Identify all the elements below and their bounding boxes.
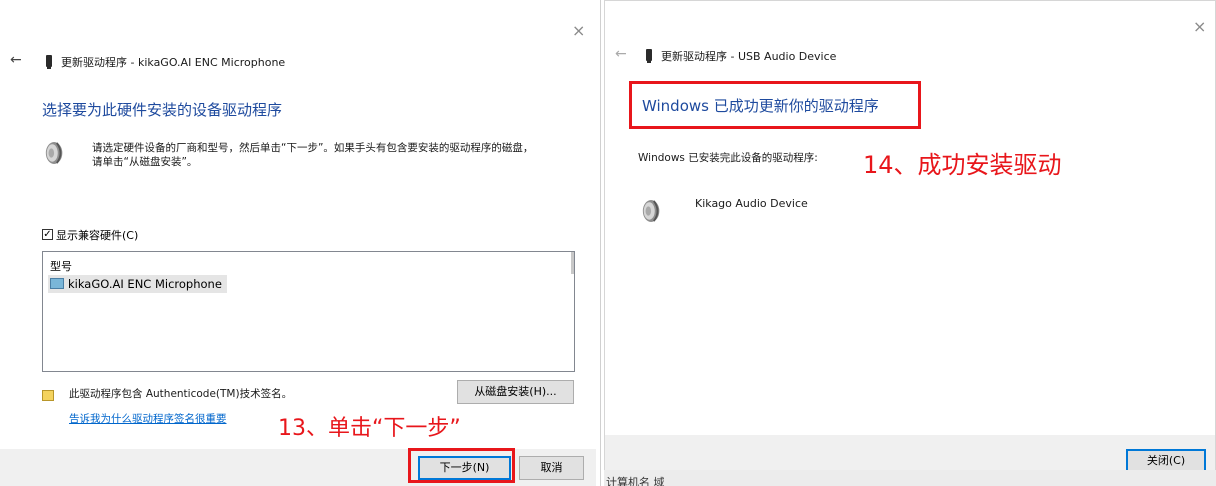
list-item[interactable]: kikaGO.AI ENC Microphone <box>48 275 227 293</box>
device-title-icon <box>46 55 52 69</box>
background-window-fragment: 计算机名 域 <box>604 470 1216 486</box>
show-compatible-checkbox[interactable]: ✓ <box>42 229 53 240</box>
step-13-annotation: 13、单击“下一步” <box>278 416 461 441</box>
back-arrow-icon: ← <box>615 46 627 62</box>
have-disk-button[interactable]: 从磁盘安装(H)... <box>457 380 574 404</box>
speaker-icon <box>45 142 63 164</box>
highlight-box-success <box>629 81 921 129</box>
window-divider <box>600 0 601 486</box>
step-14-annotation: 14、成功安装驱动 <box>863 151 1062 179</box>
close-icon[interactable]: × <box>572 23 585 39</box>
close-icon[interactable]: × <box>1193 19 1206 35</box>
instruction-line-1: 请选定硬件设备的厂商和型号，然后单击“下一步”。如果手头有包含要安装的驱动程序的… <box>92 142 534 154</box>
why-signing-link[interactable]: 告诉我为什么驱动程序签名很重要 <box>69 411 227 426</box>
highlight-box-next <box>408 448 515 483</box>
scrollbar[interactable] <box>571 252 574 274</box>
instruction-text: 请选定硬件设备的厂商和型号，然后单击“下一步”。如果手头有包含要安装的驱动程序的… <box>92 141 582 169</box>
page-heading: 选择要为此硬件安装的设备驱动程序 <box>42 101 283 119</box>
installed-text: Windows 已安装完此设备的驱动程序: <box>638 152 818 164</box>
certificate-icon <box>42 390 54 401</box>
device-title-icon <box>646 49 652 63</box>
speaker-icon <box>642 200 660 222</box>
device-name: Kikago Audio Device <box>695 197 808 210</box>
dialog-title: 更新驱动程序 - USB Audio Device <box>661 50 837 63</box>
update-driver-dialog-left: × ← 更新驱动程序 - kikaGO.AI ENC Microphone 选择… <box>0 0 596 486</box>
list-item-label: kikaGO.AI ENC Microphone <box>68 277 222 291</box>
list-header-model: 型号 <box>50 260 72 273</box>
show-compatible-label[interactable]: 显示兼容硬件(C) <box>56 227 138 243</box>
dialog-footer <box>605 435 1215 470</box>
model-listbox[interactable]: 型号 kikaGO.AI ENC Microphone <box>42 251 575 372</box>
update-driver-dialog-right: × ← 更新驱动程序 - USB Audio Device Windows 已成… <box>604 0 1216 473</box>
background-text: 计算机名 域 <box>606 476 665 486</box>
cancel-button[interactable]: 取消 <box>519 456 584 480</box>
instruction-line-2: 请单击“从磁盘安装”。 <box>92 156 198 168</box>
driver-item-icon <box>50 278 64 289</box>
signature-text: 此驱动程序包含 Authenticode(TM)技术签名。 <box>69 388 293 400</box>
back-arrow-icon[interactable]: ← <box>10 52 22 68</box>
dialog-title: 更新驱动程序 - kikaGO.AI ENC Microphone <box>61 56 286 69</box>
